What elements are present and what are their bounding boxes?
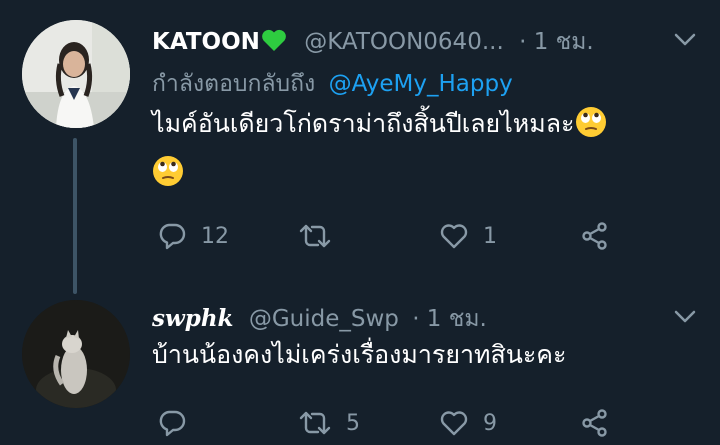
tweet-time[interactable]: · 1 ชม.	[519, 29, 594, 55]
reply-prefix: กำลังตอบกลับถึง	[152, 71, 316, 97]
display-name[interactable]: swphk	[152, 305, 234, 332]
chevron-down-icon[interactable]	[674, 32, 696, 51]
avatar-katoon[interactable]	[22, 20, 130, 128]
tweet-header: swphk @Guide_Swp · 1 ชม.	[152, 301, 487, 337]
reply-button[interactable]: 12	[157, 221, 229, 251]
like-icon	[439, 408, 469, 438]
reply-to-link[interactable]: @AyeMy_Happy	[329, 71, 513, 97]
reply-icon	[157, 221, 187, 251]
eye-roll-emoji	[575, 106, 607, 151]
reply-context: กำลังตอบกลับถึง @AyeMy_Happy	[152, 66, 513, 102]
tweet-text-content: บ้านน้องคงไม่เคร่งเรื่องมารยาทสินะคะ	[152, 340, 567, 369]
tweet-text: บ้านน้องคงไม่เคร่งเรื่องมารยาทสินะคะ	[152, 333, 692, 376]
green-heart-icon	[261, 28, 287, 58]
like-count: 1	[483, 223, 497, 249]
retweet-button[interactable]: 5	[298, 408, 360, 438]
retweet-button[interactable]	[298, 221, 346, 251]
reply-icon	[157, 408, 187, 438]
share-icon	[580, 408, 610, 438]
retweet-count: 5	[346, 410, 360, 436]
share-button[interactable]	[580, 408, 610, 438]
retweet-icon	[298, 408, 332, 438]
user-handle[interactable]: @Guide_Swp	[249, 306, 399, 332]
tweet-header: KATOON @KATOON0640... · 1 ชม.	[152, 24, 594, 60]
share-button[interactable]	[580, 221, 610, 251]
reply-count: 12	[201, 223, 229, 249]
eye-roll-emoji	[152, 155, 184, 200]
like-button[interactable]: 9	[439, 408, 497, 438]
display-name[interactable]: KATOON	[152, 29, 260, 55]
tweet-text-content: ไมค์อันเดียวโก่ดราม่าถึงสิ้นปีเลยไหมละ	[152, 109, 575, 138]
reply-button[interactable]	[157, 408, 201, 438]
tweet-time[interactable]: · 1 ชม.	[412, 306, 487, 332]
thread-connector-line	[73, 138, 77, 294]
tweet-text: ไมค์อันเดียวโก่ดราม่าถึงสิ้นปีเลยไหมละ	[152, 102, 692, 200]
avatar-swphk[interactable]	[22, 300, 130, 408]
user-handle[interactable]: @KATOON0640...	[304, 29, 504, 55]
share-icon	[580, 221, 610, 251]
like-icon	[439, 221, 469, 251]
like-count: 9	[483, 410, 497, 436]
chevron-down-icon[interactable]	[674, 309, 696, 328]
like-button[interactable]: 1	[439, 221, 497, 251]
retweet-icon	[298, 221, 332, 251]
